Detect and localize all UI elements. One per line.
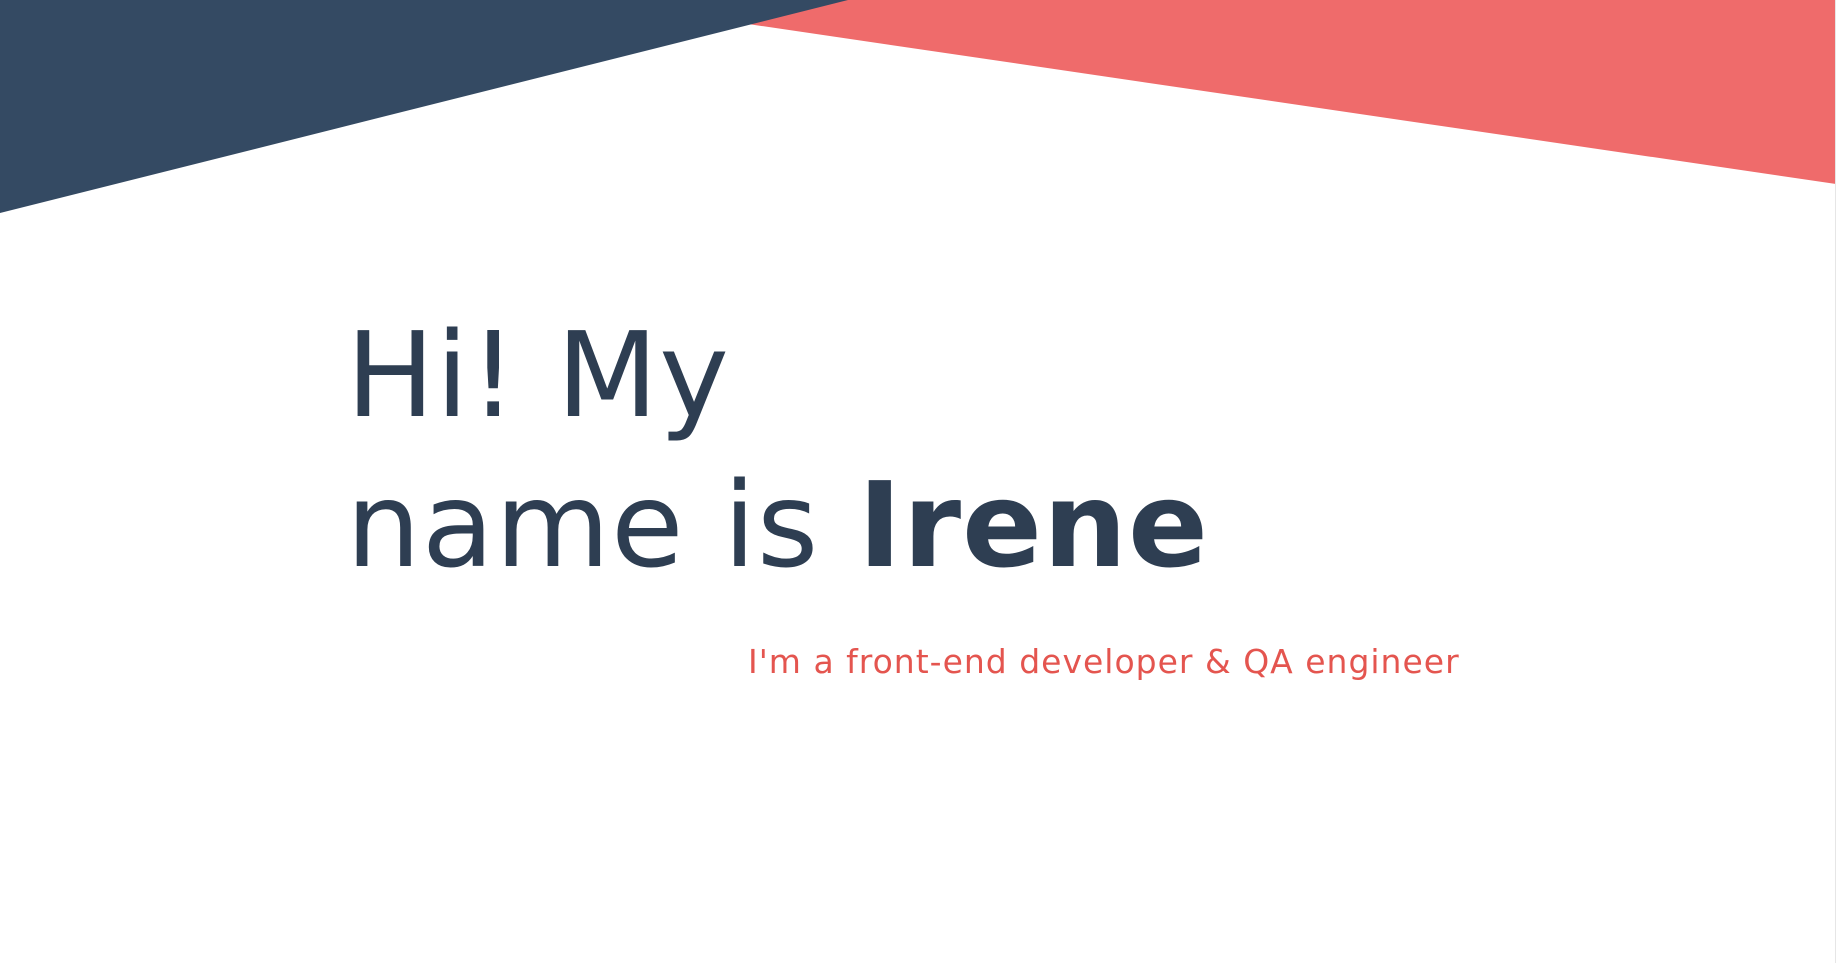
name-line: name is Irene <box>346 450 1546 600</box>
coral-banner-shape <box>748 0 1836 184</box>
hero-heading: Hi! My name is Irene <box>346 300 1546 600</box>
name-prefix: name is <box>346 456 858 594</box>
landing-page: Hi! My name is Irene I'm a front-end dev… <box>0 0 1836 963</box>
hero-subtitle: I'm a front-end developer & QA engineer <box>748 642 1460 681</box>
hero-section: Hi! My name is Irene <box>346 300 1546 600</box>
name-highlight: Irene <box>857 456 1210 594</box>
navy-banner-shape <box>0 0 848 213</box>
greeting-line: Hi! My <box>346 306 730 444</box>
